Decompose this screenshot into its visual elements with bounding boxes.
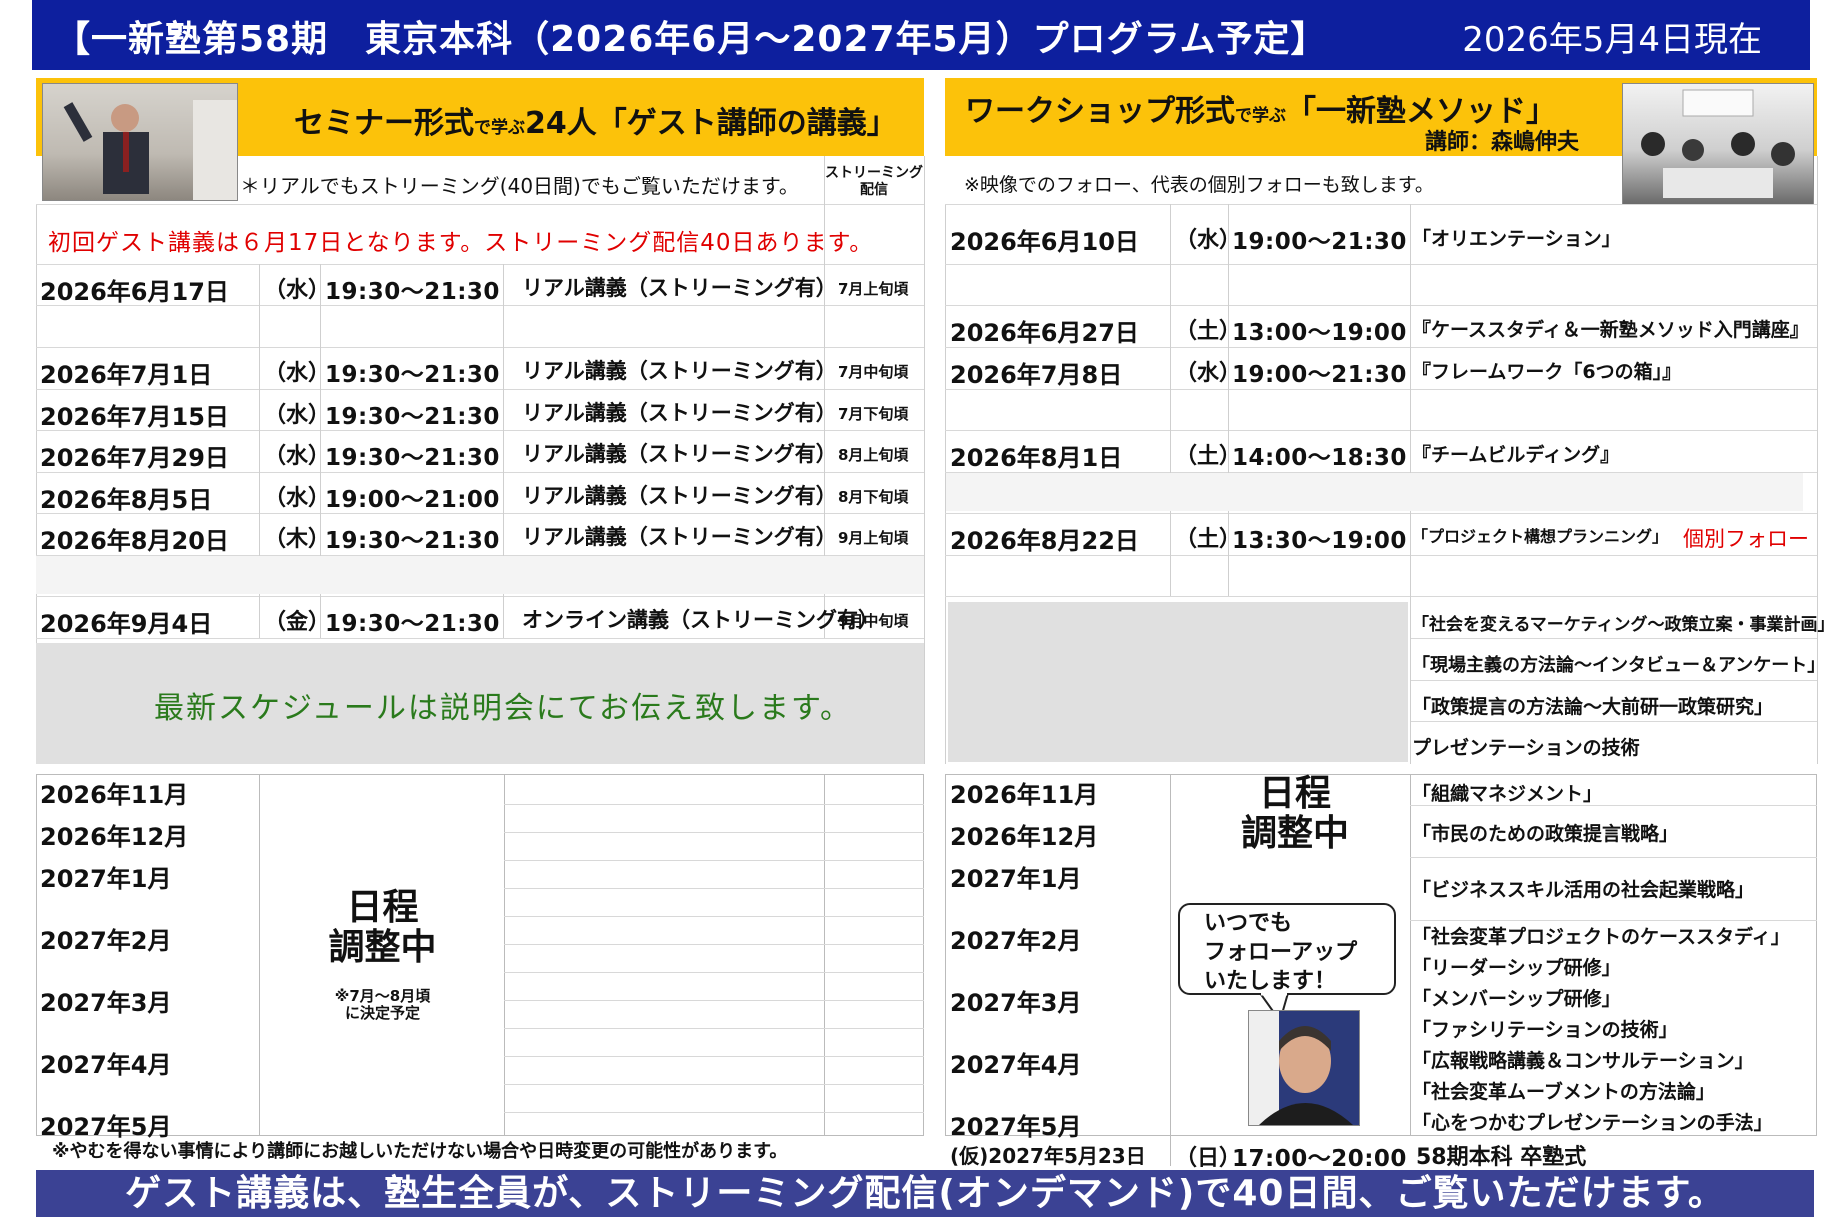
topic-item: 「社会変革ムーブメントの方法論」 <box>1412 1081 1715 1103</box>
seminar-note: ＊リアルでもストリーミング(40日間)でもご覧いただけます。 <box>240 174 799 198</box>
month-label: 2026年11月 <box>40 781 189 809</box>
topic-item: 「メンバーシップ研修」 <box>1412 988 1621 1010</box>
month-label: 2027年1月 <box>950 865 1082 893</box>
as-of-date: 2026年5月4日現在 <box>1462 20 1762 60</box>
page-title: 【一新塾第58期 東京本科（2026年6月～2027年5月）プログラム予定】 <box>54 19 1328 60</box>
title-bar: 【一新塾第58期 東京本科（2026年6月～2027年5月）プログラム予定】 2… <box>32 0 1810 70</box>
individual-follow-label: 個別フォロー <box>1683 527 1809 551</box>
graduation-date: (仮)2027年5月23日 <box>950 1144 1146 1168</box>
month-label: 2027年2月 <box>40 927 172 955</box>
workshop-photo <box>1622 83 1814 205</box>
topic-item: 「ファシリテーションの技術」 <box>1412 1019 1678 1041</box>
topic-item: 「政策提言の方法論～大前研一政策研究」 <box>1412 696 1774 718</box>
topic-item: 「組織マネジメント」 <box>1412 783 1603 805</box>
month-label: 2027年4月 <box>40 1051 172 1079</box>
month-label: 2026年12月 <box>950 823 1099 851</box>
first-lecture-notice: 初回ゲスト講義は６月17日となります。ストリーミング配信40日あります。 <box>48 230 874 256</box>
stream-column-header: ストリーミング 配信 <box>825 165 923 198</box>
topic-item: プレゼンテーションの技術 <box>1412 737 1640 759</box>
instructor-name: 講師：森嶋伸夫 <box>1425 130 1580 155</box>
topic-item: 「広報戦略講義＆コンサルテーション」 <box>1412 1050 1754 1072</box>
topic-item: 「リーダーシップ研修」 <box>1412 957 1621 979</box>
schedule-notice-box: 最新スケジュールは説明会にてお伝え致します。 <box>36 643 924 764</box>
schedule-adjusting-label: 日程 調整中 <box>328 887 437 968</box>
graduation-time: 17:00～20:00 <box>1232 1146 1407 1172</box>
month-label: 2027年2月 <box>950 927 1082 955</box>
topics-gray-block <box>948 602 1408 762</box>
month-label: 2026年11月 <box>950 781 1099 809</box>
guest-lecture-photo <box>42 83 238 201</box>
disclaimer: ※やむを得ない事情により講師にお越しいただけない場合や日時変更の可能性があります… <box>52 1141 788 1162</box>
footer-banner: ゲスト講義は、塾生全員が、ストリーミング配信(オンデマンド)で40日間、ご覧いた… <box>36 1170 1814 1217</box>
graduation-label: 58期本科 卒塾式 <box>1416 1145 1587 1170</box>
month-label: 2027年4月 <box>950 1051 1082 1079</box>
month-label: 2026年12月 <box>40 823 189 851</box>
topic-item: 「現場主義の方法論～インタビュー＆アンケート」 <box>1412 655 1826 676</box>
topic-item: 「心をつかむプレゼンテーションの手法」 <box>1412 1112 1773 1134</box>
topic-item: 「社会変革プロジェクトのケーススタディ」 <box>1412 926 1790 948</box>
month-label: 2027年1月 <box>40 865 172 893</box>
topic-item: 「社会を変えるマーケティング～政策立案・事業計画」 <box>1412 615 1835 635</box>
month-label: 2027年5月 <box>950 1113 1082 1141</box>
follow-up-speech-bubble: いつでも フォローアップ いたします！ <box>1178 903 1396 995</box>
month-label: 2027年3月 <box>40 989 172 1017</box>
topic-item: 「市民のための政策提言戦略」 <box>1412 823 1679 845</box>
schedule-notice: 最新スケジュールは説明会にてお伝え致します。 <box>154 691 852 726</box>
representative-photo <box>1248 1010 1360 1126</box>
seminar-header-title: セミナー形式で学ぶ24人「ゲスト講師の講義」 <box>294 106 897 141</box>
decide-note: ※7月～8月頃 に決定予定 <box>334 987 431 1022</box>
workshop-note: ※映像でのフォロー、代表の個別フォローも致します。 <box>964 174 1434 196</box>
month-label: 2027年3月 <box>950 989 1082 1017</box>
schedule-adjusting-label: 日程 調整中 <box>1240 773 1349 854</box>
topic-item: 「ビジネススキル活用の社会起業戦略」 <box>1412 879 1755 901</box>
